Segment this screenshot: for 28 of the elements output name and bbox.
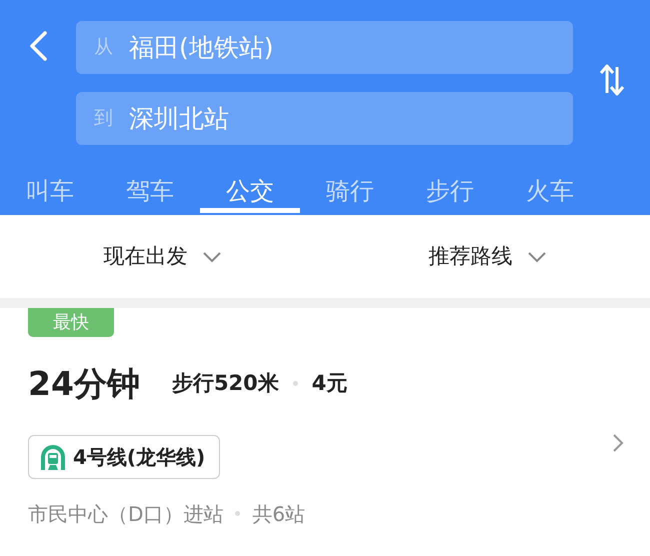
field-value: 深圳北站 [129, 102, 229, 135]
field-label: 到 [94, 106, 113, 132]
metro-icon [39, 442, 67, 470]
walk-distance: 步行520米 [172, 370, 279, 397]
swap-icon [599, 63, 625, 97]
swap-button[interactable] [599, 62, 625, 98]
dropdown-button[interactable]: 推荐路线 [325, 215, 650, 298]
dropdown-button[interactable]: 现在出发 [0, 215, 325, 298]
fare-text: 4元 [312, 370, 348, 397]
destination-field[interactable]: 到 深圳北站 [76, 92, 573, 145]
caret-icon [526, 250, 546, 262]
mode-tab[interactable]: 火车 [500, 158, 600, 215]
mode-tab[interactable]: 公交 [200, 158, 300, 215]
fastest-tag: 最快 [28, 308, 114, 337]
caret-icon [202, 250, 222, 262]
mode-tab[interactable]: 驾车 [100, 158, 200, 215]
line-name: 4号线(龙华线) [73, 444, 206, 470]
mode-tab[interactable]: 骑行 [300, 158, 400, 215]
field-label: 从 [94, 35, 113, 60]
field-value: 福田(地铁站) [129, 32, 274, 64]
duration-text: 24分钟 [28, 363, 140, 405]
stop-count: 共6站 [252, 500, 306, 528]
mode-tab[interactable]: 步行 [400, 158, 500, 215]
back-icon [28, 30, 48, 62]
entrance-text: 市民中心（D口）进站 [28, 500, 224, 528]
origin-field[interactable]: 从 福田(地铁站) [76, 21, 573, 74]
mode-tab[interactable]: 叫车 [0, 158, 100, 215]
chevron-right-icon[interactable] [612, 432, 624, 453]
